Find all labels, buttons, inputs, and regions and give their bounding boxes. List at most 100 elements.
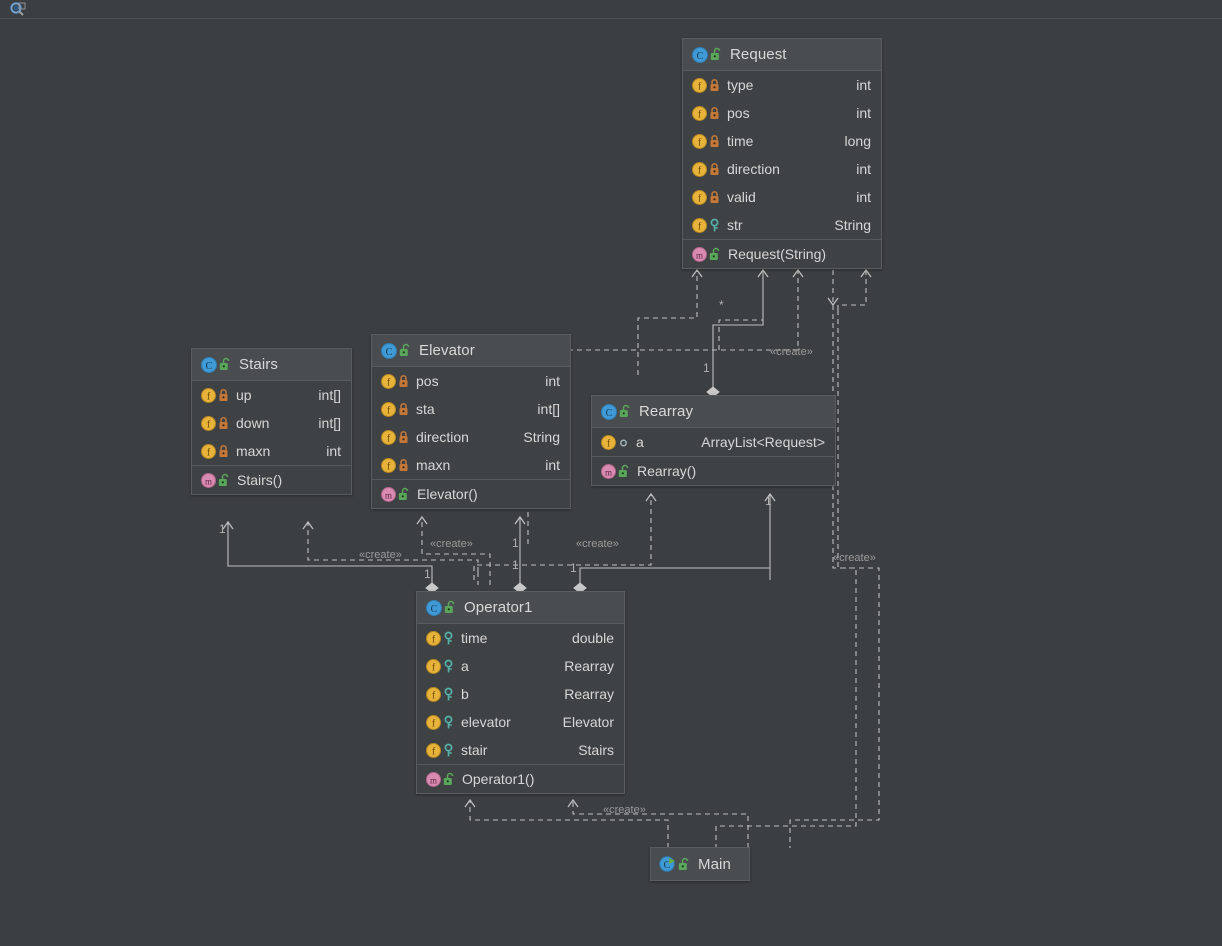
field-name: time [461, 630, 488, 646]
field-icon: f [380, 457, 397, 474]
field-icon: f [600, 434, 617, 451]
class-header[interactable]: C Main [651, 848, 749, 880]
field-icon: f [425, 686, 442, 703]
private-lock-icon [217, 416, 230, 431]
field-row[interactable]: f a ArrayList<Request> [592, 428, 835, 456]
svg-text:m: m [696, 250, 703, 260]
field-name: a [636, 434, 644, 450]
field-type: int [545, 457, 560, 473]
class-node-stairs[interactable]: C Stairs f up int[] f down int[] f maxn … [191, 348, 352, 495]
field-name: maxn [416, 457, 451, 473]
zoom-magnifier-icon[interactable] [8, 1, 28, 17]
field-type: int [545, 373, 560, 389]
field-row[interactable]: f pos int [372, 367, 570, 395]
unlock-green-icon [708, 247, 722, 262]
class-node-main[interactable]: C Main [650, 847, 750, 881]
class-header[interactable]: C Elevator [372, 335, 570, 367]
svg-text:C: C [431, 604, 438, 615]
field-list: f pos int f sta int[] f direction String… [372, 367, 570, 479]
field-name: type [727, 77, 754, 93]
field-icon: f [425, 742, 442, 759]
private-lock-icon [708, 78, 721, 93]
private-lock-icon [397, 430, 410, 445]
field-icon: f [425, 630, 442, 647]
field-row[interactable]: f sta int[] [372, 395, 570, 423]
method-name: Operator1() [462, 771, 535, 787]
field-name: stair [461, 742, 488, 758]
method-list: m Stairs() [192, 466, 351, 494]
field-type: Rearray [564, 658, 614, 674]
class-icon: C [691, 46, 709, 64]
method-icon: m [600, 463, 617, 480]
field-row[interactable]: f up int[] [192, 381, 351, 409]
class-node-request[interactable]: C Request f type int f pos int f time lo… [682, 38, 882, 269]
field-row[interactable]: f maxn int [192, 437, 351, 465]
method-icon: m [691, 246, 708, 263]
field-name: valid [727, 189, 756, 205]
public-key-icon [442, 687, 455, 702]
field-row[interactable]: f time double [417, 624, 624, 652]
method-list: m Request(String) [683, 240, 881, 268]
field-type: double [571, 630, 614, 646]
public-key-icon [442, 715, 455, 730]
class-icon: C [600, 403, 618, 421]
class-icon: C [200, 356, 218, 374]
field-row[interactable]: f a Rearray [417, 652, 624, 680]
class-header[interactable]: C Rearray [592, 396, 835, 428]
method-name: Elevator() [417, 486, 478, 502]
method-name: Request(String) [728, 246, 827, 262]
field-type: ArrayList<Request> [701, 434, 825, 450]
unlock-green-icon [709, 47, 723, 62]
package-private-icon [617, 435, 630, 450]
svg-text:m: m [605, 467, 612, 477]
field-list: f type int f pos int f time long f direc… [683, 71, 881, 239]
method-row[interactable]: m Request(String) [683, 240, 881, 268]
field-row[interactable]: f pos int [683, 99, 881, 127]
field-name: pos [416, 373, 439, 389]
class-node-rearray[interactable]: C Rearray f a ArrayList<Request> m Rearr… [591, 395, 836, 486]
field-icon: f [380, 373, 397, 390]
field-type: int[] [318, 415, 341, 431]
field-icon: f [691, 217, 708, 234]
private-lock-icon [397, 374, 410, 389]
field-row[interactable]: f time long [683, 127, 881, 155]
field-icon: f [200, 387, 217, 404]
class-node-elevator[interactable]: C Elevator f pos int f sta int[] f direc… [371, 334, 571, 509]
field-row[interactable]: f type int [683, 71, 881, 99]
field-row[interactable]: f down int[] [192, 409, 351, 437]
method-row[interactable]: m Elevator() [372, 480, 570, 508]
unlock-green-icon [442, 772, 456, 787]
field-name: pos [727, 105, 750, 121]
field-type: Elevator [562, 714, 614, 730]
public-key-icon [442, 631, 455, 646]
field-row[interactable]: f direction String [372, 423, 570, 451]
field-row[interactable]: f str String [683, 211, 881, 239]
class-name: Main [698, 855, 731, 873]
method-row[interactable]: m Rearray() [592, 457, 835, 485]
class-icon: C [425, 599, 443, 617]
field-row[interactable]: f elevator Elevator [417, 708, 624, 736]
svg-text:m: m [430, 775, 437, 785]
field-icon: f [425, 658, 442, 675]
field-icon: f [380, 429, 397, 446]
method-icon: m [425, 771, 442, 788]
class-header[interactable]: C Request [683, 39, 881, 71]
field-row[interactable]: f b Rearray [417, 680, 624, 708]
field-name: up [236, 387, 252, 403]
diagram-canvas[interactable]: «create» «create» «create» «create» «cre… [0, 20, 1222, 946]
private-lock-icon [397, 458, 410, 473]
field-row[interactable]: f maxn int [372, 451, 570, 479]
class-name: Operator1 [464, 599, 533, 616]
field-row[interactable]: f direction int [683, 155, 881, 183]
method-row[interactable]: m Stairs() [192, 466, 351, 494]
field-row[interactable]: f valid int [683, 183, 881, 211]
field-type: int [856, 77, 871, 93]
method-row[interactable]: m Operator1() [417, 765, 624, 793]
class-header[interactable]: C Stairs [192, 349, 351, 381]
class-node-operator1[interactable]: C Operator1 f time double f a Rearray f … [416, 591, 625, 794]
class-header[interactable]: C Operator1 [417, 592, 624, 624]
method-icon: m [380, 486, 397, 503]
field-list: f up int[] f down int[] f maxn int [192, 381, 351, 465]
field-row[interactable]: f stair Stairs [417, 736, 624, 764]
private-lock-icon [708, 134, 721, 149]
